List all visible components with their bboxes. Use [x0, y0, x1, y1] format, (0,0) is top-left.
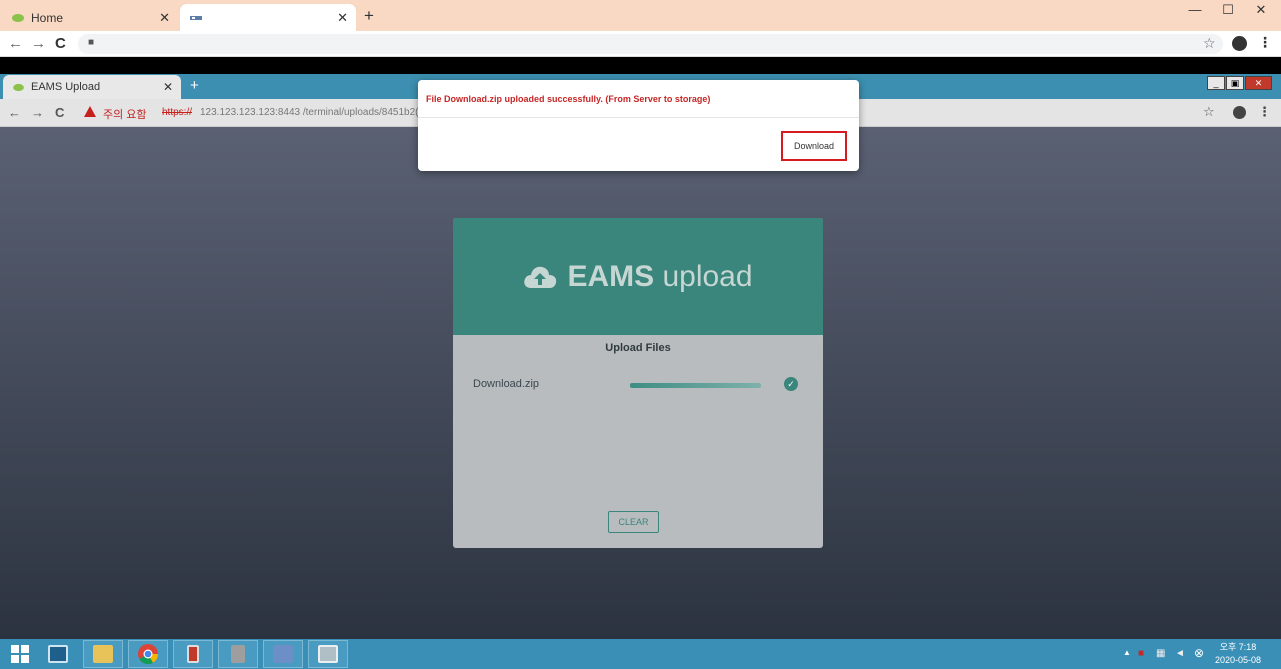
check-icon: ✓	[784, 377, 798, 391]
minimize-button[interactable]: _	[1207, 76, 1225, 90]
remote-session-border	[0, 57, 1281, 74]
taskbar-app-tool[interactable]	[173, 640, 213, 668]
minimize-button[interactable]: —	[1180, 2, 1210, 17]
upload-card: EAMS upload Upload Files Download.zip ✓ …	[453, 218, 823, 548]
tray-volume-icon[interactable]: ◄	[1175, 648, 1185, 659]
outer-toolbar: ← → C ■ ☆ ⋮	[0, 31, 1281, 57]
warning-icon	[84, 106, 96, 117]
server-manager-icon	[48, 645, 68, 663]
close-icon[interactable]: ✕	[159, 10, 170, 26]
cloud-upload-icon	[524, 266, 557, 288]
tab-eams-upload-label: EAMS Upload	[31, 81, 101, 93]
taskbar-app-network[interactable]	[263, 640, 303, 668]
folder-icon	[93, 645, 113, 663]
lock-icon: ■	[88, 37, 95, 48]
tray-alert-icon[interactable]: ■	[1138, 648, 1144, 659]
taskbar-chrome[interactable]	[128, 640, 168, 668]
section-title: Upload Files	[605, 342, 671, 354]
outer-tab-bar: Home ✕ ✕ + — ☐ ✕	[0, 0, 1281, 31]
tab-home[interactable]: Home ✕	[2, 4, 178, 31]
reload-button[interactable]: C	[55, 35, 66, 52]
download-button[interactable]: Download	[781, 131, 847, 161]
forward-button[interactable]: →	[31, 35, 46, 52]
tray-network-icon[interactable]: ▦	[1156, 648, 1165, 659]
clock-date: 2020-05-08	[1215, 655, 1262, 665]
leaf-icon	[13, 83, 24, 91]
new-tab-button[interactable]: +	[364, 6, 374, 26]
taskbar-server-manager[interactable]	[38, 640, 78, 668]
taskbar-app-server[interactable]	[218, 640, 258, 668]
upload-success-dialog: File Download.zip uploaded successfully.…	[418, 80, 859, 171]
reload-button[interactable]: C	[55, 105, 64, 120]
address-bar[interactable]: 123.123.123.123:8443 /terminal/uploads/8…	[200, 107, 419, 118]
bookmark-star-icon[interactable]: ☆	[1203, 35, 1216, 52]
maximize-button[interactable]: ☐	[1213, 2, 1243, 18]
file-name: Download.zip	[473, 378, 540, 390]
taskbar-remote-desktop[interactable]	[308, 640, 348, 668]
address-bar[interactable]	[78, 34, 1223, 54]
restore-button[interactable]: ▣	[1226, 76, 1244, 90]
close-window-button[interactable]: ✕	[1245, 76, 1272, 90]
clear-button[interactable]: CLEAR	[608, 511, 659, 533]
menu-icon[interactable]: ⋮	[1258, 104, 1271, 120]
close-icon[interactable]: ✕	[337, 10, 348, 26]
taskbar-file-explorer[interactable]	[83, 640, 123, 668]
taskbar-clock[interactable]: 오후 7:18 2020-05-08	[1215, 641, 1261, 667]
account-icon[interactable]	[1232, 36, 1247, 51]
tab-eams-upload[interactable]: EAMS Upload ✕	[3, 75, 181, 99]
back-button[interactable]: ←	[8, 105, 21, 120]
tray-expand-icon[interactable]: ▲	[1123, 648, 1131, 657]
remote-desktop-icon	[318, 645, 338, 663]
url-scheme: https://	[162, 107, 193, 118]
tool-icon	[187, 645, 199, 663]
forward-button[interactable]: →	[31, 105, 44, 120]
menu-icon[interactable]: ⋮	[1258, 34, 1272, 51]
security-warning[interactable]: 주의 요함	[103, 106, 147, 122]
card-header: EAMS upload	[453, 218, 823, 335]
progress-fill	[630, 383, 761, 388]
tab-home-label: Home	[31, 10, 64, 25]
chrome-icon	[138, 644, 159, 665]
taskbar: ▲ ■ ▦ ◄ ⊗ 오후 7:18 2020-05-08	[0, 639, 1281, 669]
account-icon[interactable]	[1233, 106, 1246, 119]
server-icon	[231, 645, 245, 663]
bookmark-star-icon[interactable]: ☆	[1203, 104, 1215, 120]
upload-progress-bar	[630, 383, 761, 388]
success-message: File Download.zip uploaded successfully.…	[426, 94, 711, 104]
clock-time: 오후 7:18	[1219, 642, 1257, 652]
start-button[interactable]	[0, 640, 40, 668]
tray-close-icon[interactable]: ⊗	[1194, 646, 1204, 660]
close-icon[interactable]: ✕	[163, 80, 173, 94]
tab-active[interactable]: ✕	[180, 4, 356, 31]
network-icon	[273, 645, 293, 663]
leaf-icon	[12, 13, 24, 22]
new-tab-button[interactable]: +	[190, 77, 199, 94]
back-button[interactable]: ←	[8, 35, 23, 52]
close-window-button[interactable]: ✕	[1246, 2, 1276, 18]
divider	[418, 117, 859, 118]
page-title: EAMS upload	[567, 259, 753, 293]
page-content: EAMS upload Upload Files Download.zip ✓ …	[0, 127, 1281, 639]
windows-icon	[11, 645, 29, 663]
site-icon	[190, 15, 202, 20]
